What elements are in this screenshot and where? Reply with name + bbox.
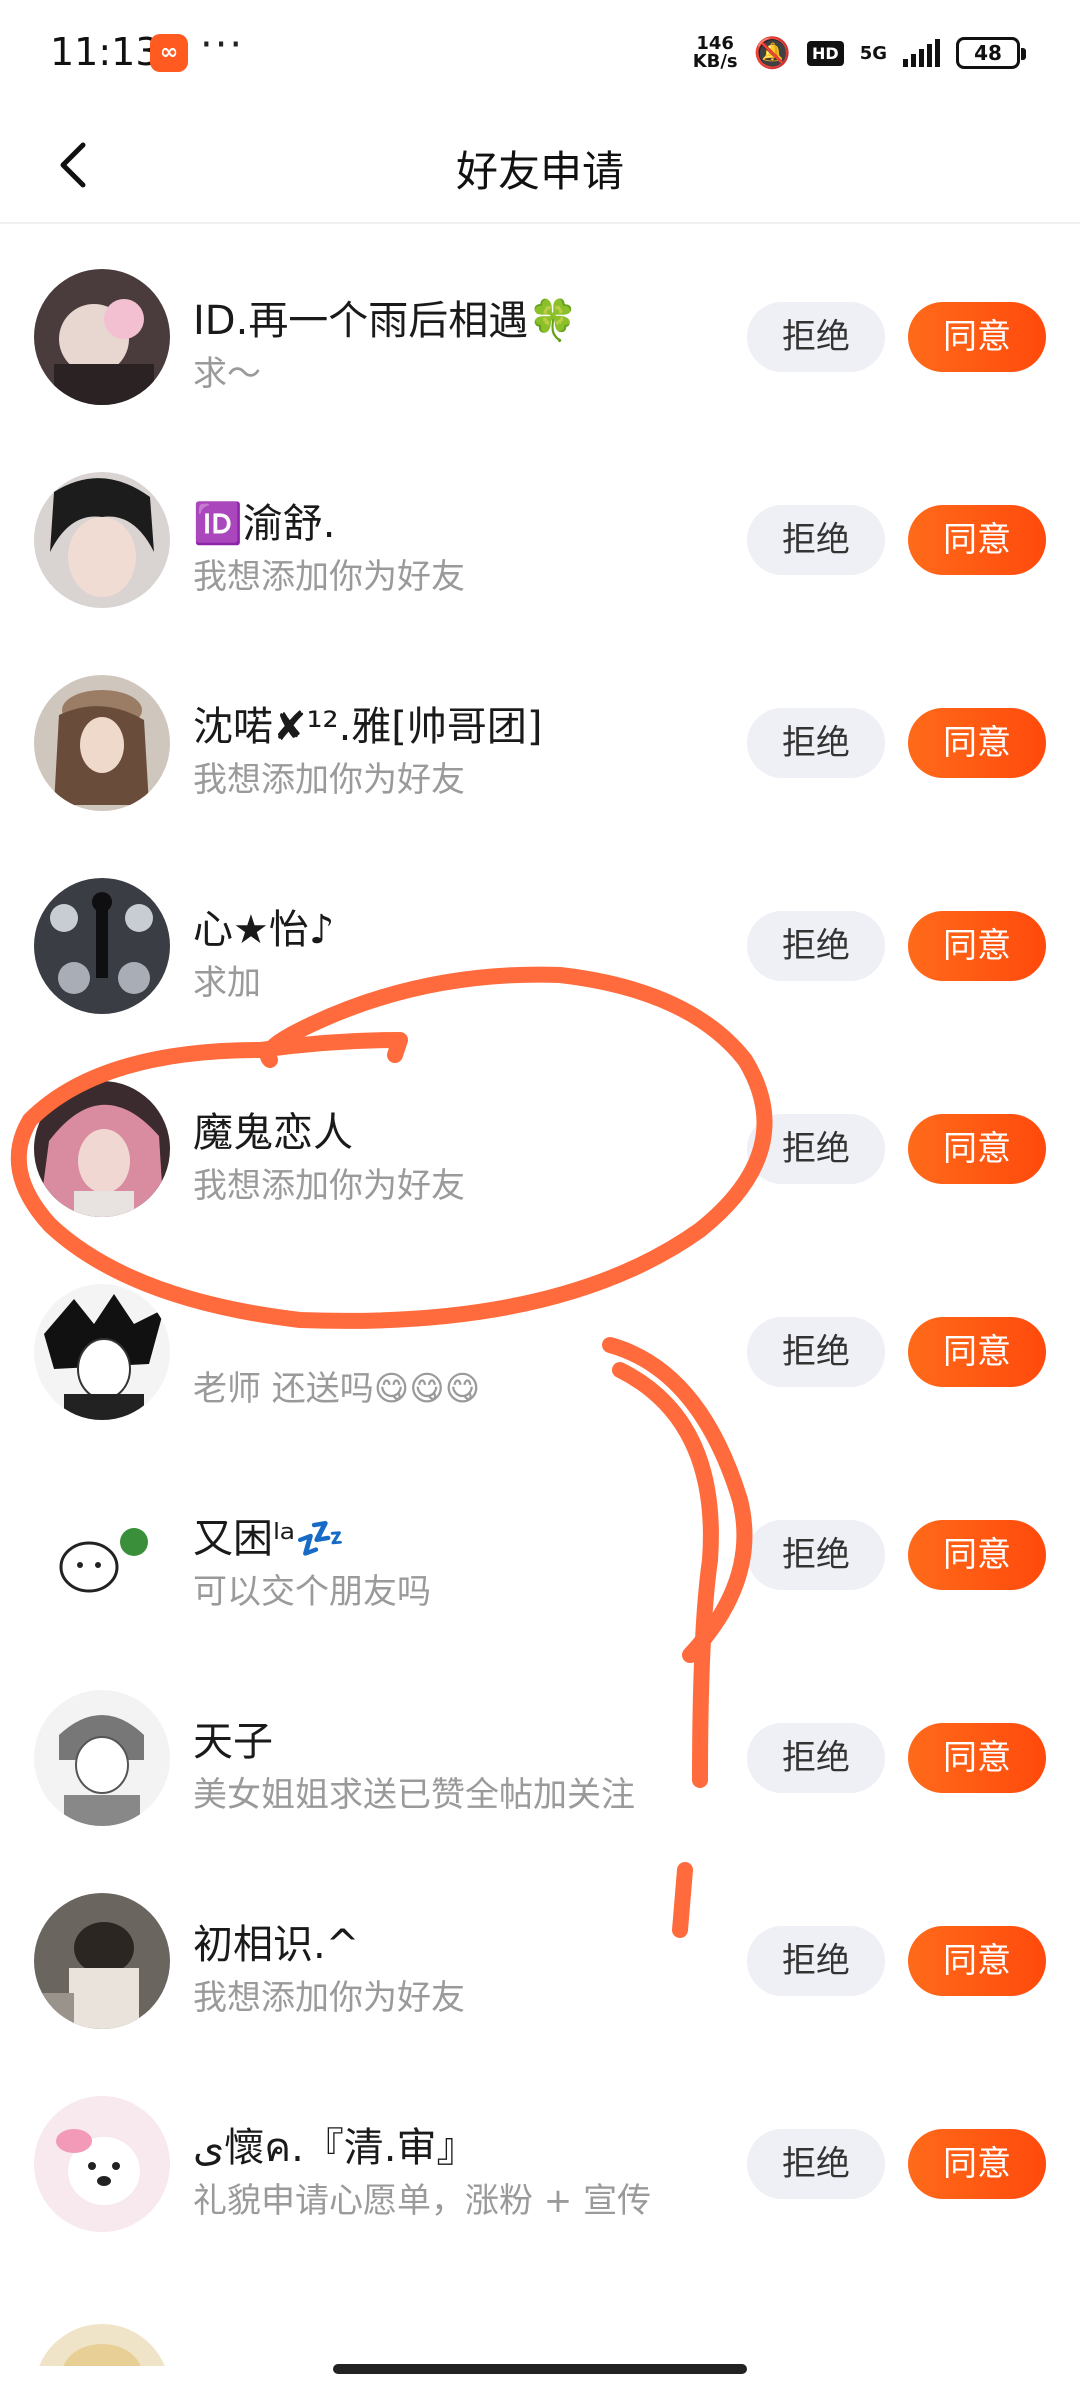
reject-button[interactable]: 拒绝 bbox=[747, 1114, 885, 1184]
reject-button[interactable]: 拒绝 bbox=[747, 1723, 885, 1793]
reject-button[interactable]: 拒绝 bbox=[747, 505, 885, 575]
list-item[interactable]: 🆔渝舒. 我想添加你为好友 拒绝 同意 bbox=[0, 429, 1080, 632]
reject-button[interactable]: 拒绝 bbox=[747, 302, 885, 372]
avatar bbox=[34, 1284, 170, 1420]
friend-request-list: ID.再一个雨后相遇🍀 求～ 拒绝 同意 🆔渝舒. 我想添加你为好友 拒绝 同意… bbox=[0, 226, 1080, 2366]
request-message: 我想添加你为好友 bbox=[193, 557, 465, 597]
list-item[interactable]: 老师 还送吗😋😋😋 拒绝 同意 bbox=[0, 1241, 1080, 1444]
requester-name: ی懷ค.『清.审』 bbox=[193, 2125, 477, 2171]
status-time: 11:13 bbox=[50, 30, 160, 74]
friend-requests-screen: 11:13 ∞ ··· 146 KB/s 🔕 HD 5G 48 好友申请 ID.… bbox=[0, 0, 1080, 2400]
mute-icon: 🔕 bbox=[753, 35, 792, 71]
avatar bbox=[34, 1893, 170, 2029]
request-message: 美女姐姐求送已赞全帖加关注 bbox=[193, 1775, 635, 1815]
avatar bbox=[34, 472, 170, 608]
reject-button[interactable]: 拒绝 bbox=[747, 708, 885, 778]
accept-button[interactable]: 同意 bbox=[908, 1317, 1046, 1387]
requester-name: 天子 bbox=[193, 1719, 273, 1765]
accept-button[interactable]: 同意 bbox=[908, 1723, 1046, 1793]
reject-button[interactable]: 拒绝 bbox=[747, 1317, 885, 1387]
accept-button[interactable]: 同意 bbox=[908, 708, 1046, 778]
requester-name: 初相识.^ bbox=[193, 1922, 360, 1968]
requester-name: ID.再一个雨后相遇🍀 bbox=[193, 298, 579, 344]
request-message: 我想添加你为好友 bbox=[193, 760, 465, 800]
requester-name: 心★怡♪ bbox=[193, 907, 335, 953]
request-message: 求加 bbox=[193, 963, 261, 1003]
signal-type: 5G bbox=[859, 42, 887, 64]
list-item[interactable] bbox=[0, 2256, 1080, 2366]
requester-name: 沈喏✘¹².雅[帅哥团] bbox=[193, 704, 543, 750]
list-item[interactable]: 魔鬼恋人 我想添加你为好友 拒绝 同意 bbox=[0, 1038, 1080, 1241]
request-message: 求～ bbox=[193, 354, 261, 394]
avatar bbox=[34, 269, 170, 405]
avatar bbox=[34, 878, 170, 1014]
reject-button[interactable]: 拒绝 bbox=[747, 1926, 885, 1996]
signal-bars-icon bbox=[903, 39, 940, 67]
accept-button[interactable]: 同意 bbox=[908, 302, 1046, 372]
request-message: 礼貌申请心愿单，涨粉 + 宣传 bbox=[193, 2181, 652, 2221]
status-bar: 11:13 ∞ ··· 146 KB/s 🔕 HD 5G 48 bbox=[0, 0, 1080, 110]
list-item[interactable]: ID.再一个雨后相遇🍀 求～ 拒绝 同意 bbox=[0, 226, 1080, 429]
request-message: 老师 还送吗😋😋😋 bbox=[193, 1369, 481, 1409]
reject-button[interactable]: 拒绝 bbox=[747, 1520, 885, 1590]
avatar bbox=[34, 1487, 170, 1623]
hd-icon: HD bbox=[807, 40, 844, 66]
request-message: 我想添加你为好友 bbox=[193, 1978, 465, 2018]
accept-button[interactable]: 同意 bbox=[908, 1114, 1046, 1184]
avatar bbox=[34, 1081, 170, 1217]
more-notifications-icon: ··· bbox=[200, 22, 245, 68]
requester-name: 🆔渝舒. bbox=[193, 501, 336, 547]
page-title: 好友申请 bbox=[455, 147, 624, 196]
list-item[interactable]: 天子 美女姐姐求送已赞全帖加关注 拒绝 同意 bbox=[0, 1647, 1080, 1850]
avatar bbox=[34, 1690, 170, 1826]
list-item[interactable]: 初相识.^ 我想添加你为好友 拒绝 同意 bbox=[0, 1850, 1080, 2053]
home-indicator[interactable] bbox=[333, 2364, 747, 2374]
avatar bbox=[34, 675, 170, 811]
title-bar: 好友申请 bbox=[0, 110, 1080, 224]
list-item[interactable]: 沈喏✘¹².雅[帅哥团] 我想添加你为好友 拒绝 同意 bbox=[0, 632, 1080, 835]
requester-name: 又困ˡᵃ💤 bbox=[193, 1516, 346, 1562]
accept-button[interactable]: 同意 bbox=[908, 911, 1046, 981]
reject-button[interactable]: 拒绝 bbox=[747, 2129, 885, 2199]
accept-button[interactable]: 同意 bbox=[908, 505, 1046, 575]
app-notification-icon: ∞ bbox=[150, 34, 188, 72]
avatar bbox=[34, 2096, 170, 2232]
status-indicators: 146 KB/s 🔕 HD 5G 48 bbox=[692, 28, 1026, 78]
accept-button[interactable]: 同意 bbox=[908, 2129, 1046, 2199]
accept-button[interactable]: 同意 bbox=[908, 1926, 1046, 1996]
battery-icon: 48 bbox=[956, 37, 1026, 69]
request-message: 可以交个朋友吗 bbox=[193, 1572, 431, 1612]
network-speed: 146 KB/s bbox=[692, 33, 738, 72]
reject-button[interactable]: 拒绝 bbox=[747, 911, 885, 981]
accept-button[interactable]: 同意 bbox=[908, 1520, 1046, 1590]
list-item[interactable]: 心★怡♪ 求加 拒绝 同意 bbox=[0, 835, 1080, 1038]
list-item[interactable]: 又困ˡᵃ💤 可以交个朋友吗 拒绝 同意 bbox=[0, 1444, 1080, 1647]
list-item[interactable]: ی懷ค.『清.审』 礼貌申请心愿单，涨粉 + 宣传 拒绝 同意 bbox=[0, 2053, 1080, 2256]
request-message: 我想添加你为好友 bbox=[193, 1166, 465, 1206]
requester-name: 魔鬼恋人 bbox=[193, 1110, 353, 1156]
avatar bbox=[34, 2324, 170, 2366]
